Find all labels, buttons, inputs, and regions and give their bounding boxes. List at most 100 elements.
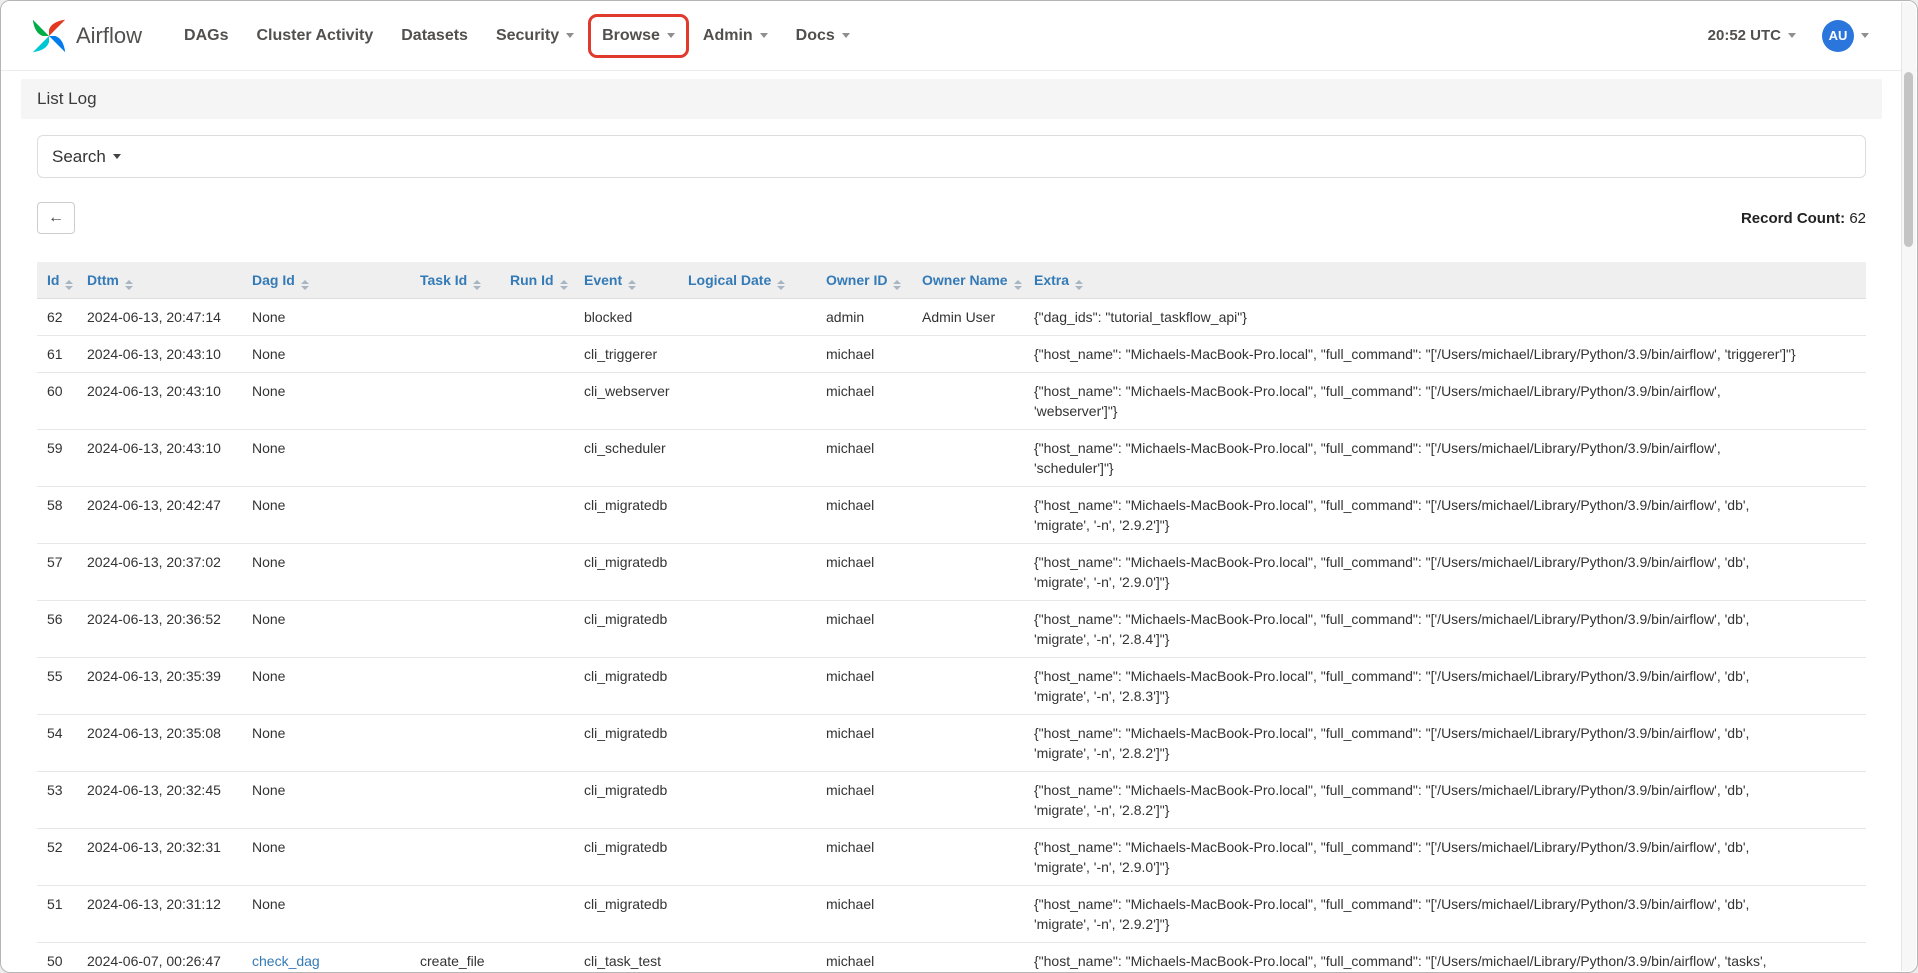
sort-icon — [560, 280, 568, 290]
cell-id: 50 — [37, 943, 77, 973]
table-row: 522024-06-13, 20:32:31Nonecli_migratedbm… — [37, 829, 1866, 886]
nav-item-security[interactable]: Security — [482, 19, 588, 53]
column-header-label: Dag Id — [252, 272, 295, 288]
cell-dag-id: None — [242, 601, 410, 658]
cell-task-id — [410, 299, 500, 336]
cell-extra: {"host_name": "Michaels-MacBook-Pro.loca… — [1024, 544, 1866, 601]
table-row: 612024-06-13, 20:43:10Nonecli_triggererm… — [37, 336, 1866, 373]
nav-item-label: Cluster Activity — [256, 27, 373, 45]
cell-id: 56 — [37, 601, 77, 658]
nav-item-admin[interactable]: Admin — [689, 19, 782, 53]
column-header-label: Logical Date — [688, 272, 771, 288]
cell-owner-id: michael — [816, 829, 912, 886]
back-button[interactable]: ← — [37, 202, 75, 234]
column-header-dttm[interactable]: Dttm — [77, 262, 242, 299]
table-row: 622024-06-13, 20:47:14NoneblockedadminAd… — [37, 299, 1866, 336]
sort-icon — [301, 280, 309, 290]
cell-event: cli_migratedb — [574, 658, 678, 715]
table-row: 502024-06-07, 00:26:47check_dagcreate_fi… — [37, 943, 1866, 973]
chevron-down-icon — [760, 33, 768, 38]
nav-item-datasets[interactable]: Datasets — [387, 19, 482, 53]
page-title: List Log — [37, 89, 97, 109]
cell-run-id — [500, 373, 574, 430]
search-dropdown[interactable]: Search — [37, 135, 1866, 178]
cell-owner-id: michael — [816, 430, 912, 487]
column-header-label: Owner ID — [826, 272, 887, 288]
cell-logical-date — [678, 601, 816, 658]
cell-extra: {"host_name": "Michaels-MacBook-Pro.loca… — [1024, 886, 1866, 943]
cell-run-id — [500, 772, 574, 829]
nav-item-label: DAGs — [184, 27, 228, 45]
cell-id: 51 — [37, 886, 77, 943]
column-header-logical-date[interactable]: Logical Date — [678, 262, 816, 299]
cell-logical-date — [678, 336, 816, 373]
sort-icon — [125, 280, 133, 290]
cell-dag-id: None — [242, 299, 410, 336]
cell-task-id — [410, 487, 500, 544]
cell-logical-date — [678, 544, 816, 601]
column-header-task-id[interactable]: Task Id — [410, 262, 500, 299]
browser-window: Airflow DAGs Cluster Activity Datasets S… — [0, 0, 1918, 973]
cell-dttm: 2024-06-13, 20:47:14 — [77, 299, 242, 336]
cell-extra: {"host_name": "Michaels-MacBook-Pro.loca… — [1024, 487, 1866, 544]
chevron-down-icon — [667, 33, 675, 38]
table-row: 552024-06-13, 20:35:39Nonecli_migratedbm… — [37, 658, 1866, 715]
column-header-label: Task Id — [420, 272, 467, 288]
nav-item-cluster-activity[interactable]: Cluster Activity — [242, 19, 387, 53]
dag-link[interactable]: check_dag — [252, 953, 320, 969]
airflow-brand[interactable]: Airflow — [31, 18, 142, 54]
cell-dag-id: None — [242, 430, 410, 487]
cell-owner-id: michael — [816, 544, 912, 601]
table-row: 602024-06-13, 20:43:10Nonecli_webserverm… — [37, 373, 1866, 430]
cell-logical-date — [678, 299, 816, 336]
record-count-value: 62 — [1849, 210, 1866, 227]
scrollbar-thumb[interactable] — [1904, 72, 1913, 247]
cell-id: 55 — [37, 658, 77, 715]
main-content: List Log Search ← Record Count: 62 — [21, 79, 1882, 973]
cell-extra: {"host_name": "Michaels-MacBook-Pro.loca… — [1024, 772, 1866, 829]
cell-task-id — [410, 772, 500, 829]
cell-extra: {"host_name": "Michaels-MacBook-Pro.loca… — [1024, 658, 1866, 715]
sort-icon — [777, 280, 785, 290]
nav-item-browse-highlighted[interactable]: Browse — [588, 19, 689, 53]
cell-dttm: 2024-06-13, 20:35:08 — [77, 715, 242, 772]
column-header-event[interactable]: Event — [574, 262, 678, 299]
column-header-owner-id[interactable]: Owner ID — [816, 262, 912, 299]
cell-run-id — [500, 829, 574, 886]
cell-run-id — [500, 715, 574, 772]
cell-extra: {"host_name": "Michaels-MacBook-Pro.loca… — [1024, 430, 1866, 487]
column-header-id[interactable]: Id — [37, 262, 77, 299]
nav-item-docs[interactable]: Docs — [782, 19, 864, 53]
toolbar-row: ← Record Count: 62 — [37, 202, 1866, 234]
column-header-extra[interactable]: Extra — [1024, 262, 1866, 299]
cell-dttm: 2024-06-13, 20:42:47 — [77, 487, 242, 544]
cell-id: 57 — [37, 544, 77, 601]
column-header-dag-id[interactable]: Dag Id — [242, 262, 410, 299]
nav-item-dags[interactable]: DAGs — [170, 19, 242, 53]
cell-id: 62 — [37, 299, 77, 336]
cell-dttm: 2024-06-13, 20:31:12 — [77, 886, 242, 943]
cell-id: 53 — [37, 772, 77, 829]
user-menu[interactable]: AU — [1822, 20, 1869, 52]
table-row: 572024-06-13, 20:37:02Nonecli_migratedbm… — [37, 544, 1866, 601]
cell-owner-id: admin — [816, 299, 912, 336]
cell-extra: {"host_name": "Michaels-MacBook-Pro.loca… — [1024, 601, 1866, 658]
cell-extra: {"host_name": "Michaels-MacBook-Pro.loca… — [1024, 373, 1866, 430]
cell-dttm: 2024-06-13, 20:36:52 — [77, 601, 242, 658]
cell-task-id — [410, 601, 500, 658]
column-header-label: Dttm — [87, 272, 119, 288]
cell-dag-id: None — [242, 373, 410, 430]
navbar-right: 20:52 UTC AU — [1708, 20, 1869, 52]
cell-event: cli_migratedb — [574, 487, 678, 544]
cell-run-id — [500, 943, 574, 973]
cell-dttm: 2024-06-13, 20:32:45 — [77, 772, 242, 829]
column-header-owner-name[interactable]: Owner Name — [912, 262, 1024, 299]
sort-icon — [628, 280, 636, 290]
cell-dag-id: None — [242, 658, 410, 715]
column-header-run-id[interactable]: Run Id — [500, 262, 574, 299]
clock-dropdown[interactable]: 20:52 UTC — [1708, 27, 1796, 44]
scrollbar-track[interactable] — [1901, 2, 1916, 971]
cell-task-id — [410, 544, 500, 601]
cell-id: 58 — [37, 487, 77, 544]
cell-owner-name — [912, 544, 1024, 601]
